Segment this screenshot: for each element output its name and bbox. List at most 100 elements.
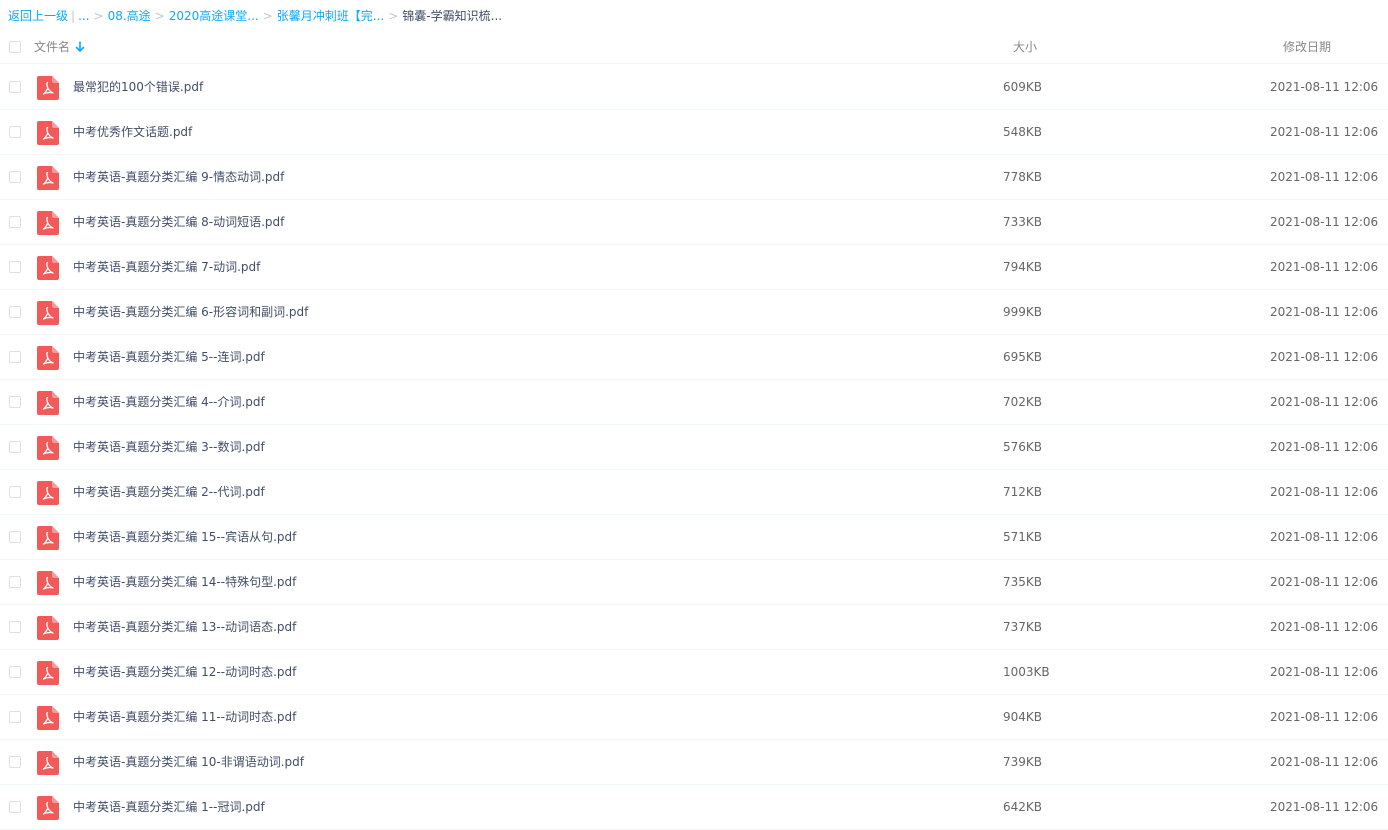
pdf-file-icon xyxy=(37,616,59,640)
row-checkbox[interactable] xyxy=(9,126,21,138)
pdf-file-icon xyxy=(37,346,59,370)
file-size: 737KB xyxy=(1003,620,1043,634)
row-checkbox[interactable] xyxy=(9,396,21,408)
file-row[interactable]: 中考英语-真题分类汇编 12--动词时态.pdf 1003KB 2021-08-11… xyxy=(0,650,1388,695)
file-modified-date: 2021-08-11 12:06 xyxy=(1270,755,1379,769)
row-checkbox[interactable] xyxy=(9,666,21,678)
pdf-file-icon xyxy=(37,76,59,100)
file-name[interactable]: 中考英语-真题分类汇编 6-形容词和副词.pdf xyxy=(73,290,308,334)
file-modified-date: 2021-08-11 12:06 xyxy=(1270,125,1379,139)
column-header-name[interactable]: 文件名 xyxy=(34,32,70,62)
breadcrumb-item-class[interactable]: 张馨月冲刺班【完... xyxy=(277,9,384,23)
file-list-header: 文件名 大小 修改日期 xyxy=(0,32,1388,64)
file-row[interactable]: 中考英语-真题分类汇编 10-非谓语动词.pdf 739KB 2021-08-11 … xyxy=(0,740,1388,785)
file-name[interactable]: 中考英语-真题分类汇编 5--连词.pdf xyxy=(73,335,265,379)
row-checkbox[interactable] xyxy=(9,801,21,813)
file-size: 904KB xyxy=(1003,710,1043,724)
row-checkbox[interactable] xyxy=(9,711,21,723)
file-modified-date: 2021-08-11 12:06 xyxy=(1270,485,1379,499)
row-checkbox[interactable] xyxy=(9,576,21,588)
column-header-date[interactable]: 修改日期 xyxy=(1283,32,1331,62)
file-size: 778KB xyxy=(1003,170,1043,184)
breadcrumb-item-course[interactable]: 2020高途课堂... xyxy=(169,9,259,23)
row-checkbox[interactable] xyxy=(9,441,21,453)
file-row[interactable]: 中考英语-真题分类汇编 3--数词.pdf 576KB 2021-08-11 12:… xyxy=(0,425,1388,470)
file-row[interactable]: 中考优秀作文话题.pdf 548KB 2021-08-11 12:06 xyxy=(0,110,1388,155)
pdf-file-icon xyxy=(37,751,59,775)
breadcrumb-separator: > xyxy=(154,9,165,23)
breadcrumb-pipe: | xyxy=(71,9,76,23)
file-name[interactable]: 中考英语-真题分类汇编 14--特殊句型.pdf xyxy=(73,560,296,604)
file-size: 695KB xyxy=(1003,350,1043,364)
file-row[interactable]: 中考英语-真题分类汇编 2--代词.pdf 712KB 2021-08-11 12:… xyxy=(0,470,1388,515)
row-checkbox[interactable] xyxy=(9,531,21,543)
column-header-size[interactable]: 大小 xyxy=(1013,32,1037,62)
breadcrumb-separator: > xyxy=(388,9,399,23)
file-modified-date: 2021-08-11 12:06 xyxy=(1270,440,1379,454)
pdf-file-icon xyxy=(37,301,59,325)
row-checkbox[interactable] xyxy=(9,351,21,363)
file-name[interactable]: 中考英语-真题分类汇编 10-非谓语动词.pdf xyxy=(73,740,304,784)
row-checkbox[interactable] xyxy=(9,261,21,273)
file-name[interactable]: 中考英语-真题分类汇编 1--冠词.pdf xyxy=(73,785,265,829)
pdf-file-icon xyxy=(37,256,59,280)
breadcrumb-separator: > xyxy=(262,9,273,23)
select-all-checkbox[interactable] xyxy=(9,41,21,53)
file-modified-date: 2021-08-11 12:06 xyxy=(1270,305,1379,319)
file-row[interactable]: 中考英语-真题分类汇编 13--动词语态.pdf 737KB 2021-08-11 … xyxy=(0,605,1388,650)
file-row[interactable]: 中考英语-真题分类汇编 4--介词.pdf 702KB 2021-08-11 12:… xyxy=(0,380,1388,425)
file-name[interactable]: 中考英语-真题分类汇编 11--动词时态.pdf xyxy=(73,695,296,739)
breadcrumb-item-gaotu[interactable]: 08.高途 xyxy=(108,9,151,23)
file-row[interactable]: 中考英语-真题分类汇编 9-情态动词.pdf 778KB 2021-08-11 12… xyxy=(0,155,1388,200)
file-name[interactable]: 中考英语-真题分类汇编 8-动词短语.pdf xyxy=(73,200,284,244)
row-checkbox[interactable] xyxy=(9,81,21,93)
file-row[interactable]: 中考英语-真题分类汇编 1--冠词.pdf 642KB 2021-08-11 12:… xyxy=(0,785,1388,830)
row-checkbox[interactable] xyxy=(9,486,21,498)
file-name[interactable]: 中考英语-真题分类汇编 2--代词.pdf xyxy=(73,470,265,514)
file-row[interactable]: 中考英语-真题分类汇编 8-动词短语.pdf 733KB 2021-08-11 12… xyxy=(0,200,1388,245)
file-list: 最常犯的100个错误.pdf 609KB 2021-08-11 12:06 中考优秀作… xyxy=(0,65,1388,830)
row-checkbox[interactable] xyxy=(9,306,21,318)
file-modified-date: 2021-08-11 12:06 xyxy=(1270,530,1379,544)
file-size: 999KB xyxy=(1003,305,1043,319)
file-modified-date: 2021-08-11 12:06 xyxy=(1270,260,1379,274)
file-size: 571KB xyxy=(1003,530,1043,544)
file-size: 733KB xyxy=(1003,215,1043,229)
breadcrumb-ellipsis-link[interactable]: ... xyxy=(78,9,89,23)
file-row[interactable]: 中考英语-真题分类汇编 5--连词.pdf 695KB 2021-08-11 12:… xyxy=(0,335,1388,380)
file-row[interactable]: 中考英语-真题分类汇编 14--特殊句型.pdf 735KB 2021-08-11 … xyxy=(0,560,1388,605)
file-name[interactable]: 中考英语-真题分类汇编 9-情态动词.pdf xyxy=(73,155,284,199)
file-name[interactable]: 中考英语-真题分类汇编 4--介词.pdf xyxy=(73,380,265,424)
file-size: 609KB xyxy=(1003,80,1043,94)
breadcrumb-current: 锦囊-学霸知识梳... xyxy=(402,9,503,23)
file-row[interactable]: 最常犯的100个错误.pdf 609KB 2021-08-11 12:06 xyxy=(0,65,1388,110)
file-modified-date: 2021-08-11 12:06 xyxy=(1270,665,1379,679)
file-modified-date: 2021-08-11 12:06 xyxy=(1270,80,1379,94)
pdf-file-icon xyxy=(37,661,59,685)
arrow-down-icon[interactable] xyxy=(75,41,85,53)
file-name[interactable]: 中考英语-真题分类汇编 3--数词.pdf xyxy=(73,425,265,469)
file-modified-date: 2021-08-11 12:06 xyxy=(1270,620,1379,634)
file-modified-date: 2021-08-11 12:06 xyxy=(1270,395,1379,409)
file-name[interactable]: 最常犯的100个错误.pdf xyxy=(73,65,203,109)
file-row[interactable]: 中考英语-真题分类汇编 6-形容词和副词.pdf 999KB 2021-08-11 … xyxy=(0,290,1388,335)
row-checkbox[interactable] xyxy=(9,216,21,228)
pdf-file-icon xyxy=(37,436,59,460)
row-checkbox[interactable] xyxy=(9,756,21,768)
file-size: 548KB xyxy=(1003,125,1043,139)
file-name[interactable]: 中考英语-真题分类汇编 15--宾语从句.pdf xyxy=(73,515,296,559)
file-row[interactable]: 中考英语-真题分类汇编 11--动词时态.pdf 904KB 2021-08-11 … xyxy=(0,695,1388,740)
file-name[interactable]: 中考英语-真题分类汇编 12--动词时态.pdf xyxy=(73,650,296,694)
file-row[interactable]: 中考英语-真题分类汇编 7-动词.pdf 794KB 2021-08-11 12:0… xyxy=(0,245,1388,290)
file-row[interactable]: 中考英语-真题分类汇编 15--宾语从句.pdf 571KB 2021-08-11 … xyxy=(0,515,1388,560)
file-name[interactable]: 中考优秀作文话题.pdf xyxy=(73,110,192,154)
row-checkbox[interactable] xyxy=(9,171,21,183)
pdf-file-icon xyxy=(37,526,59,550)
breadcrumb-back-link[interactable]: 返回上一级 xyxy=(8,9,68,23)
file-size: 712KB xyxy=(1003,485,1043,499)
file-name[interactable]: 中考英语-真题分类汇编 13--动词语态.pdf xyxy=(73,605,296,649)
row-checkbox[interactable] xyxy=(9,621,21,633)
file-name[interactable]: 中考英语-真题分类汇编 7-动词.pdf xyxy=(73,245,260,289)
pdf-file-icon xyxy=(37,166,59,190)
file-modified-date: 2021-08-11 12:06 xyxy=(1270,575,1379,589)
